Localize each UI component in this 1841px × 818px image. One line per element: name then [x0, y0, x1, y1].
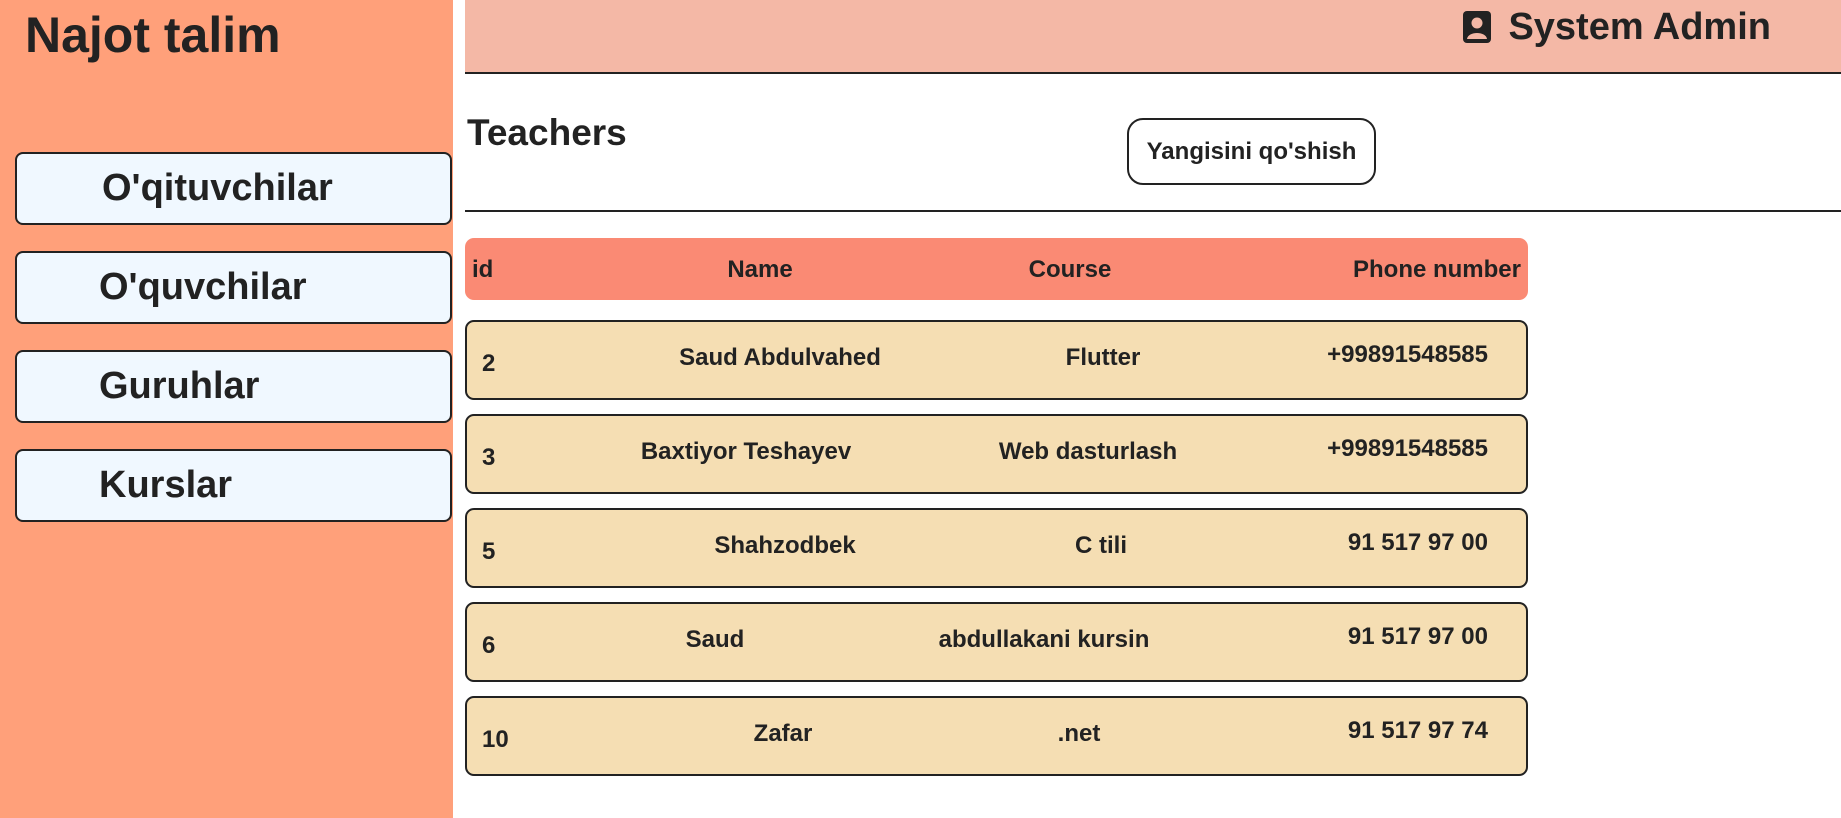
cell-name: Saud Abdulvahed — [679, 344, 881, 371]
sidebar-item-teachers[interactable]: O'qituvchilar — [15, 152, 452, 225]
cell-course: abdullakani kursin — [938, 626, 1150, 653]
user-name: System Admin — [1508, 6, 1771, 48]
sidebar-item-groups[interactable]: Guruhlar — [15, 350, 452, 423]
sidebar-item-courses[interactable]: Kurslar — [15, 449, 452, 522]
cell-course: .net — [1057, 720, 1101, 747]
sidebar-item-students[interactable]: O'quvchilar — [15, 251, 452, 324]
cell-phone: +99891548585 — [1327, 341, 1488, 368]
page-title: Teachers — [467, 112, 627, 153]
table-row[interactable]: 10 Zafar .net 91 517 97 74 — [465, 696, 1528, 776]
cell-course: Flutter — [1065, 344, 1141, 371]
sidebar-item-label: O'qituvchilar — [102, 167, 333, 209]
column-header-name: Name — [727, 256, 793, 283]
column-header-phone: Phone number — [1352, 256, 1521, 283]
cell-phone: +99891548585 — [1327, 435, 1488, 462]
add-teacher-button[interactable]: Yangisini qo'shish — [1127, 118, 1376, 185]
table-row[interactable]: 2 Saud Abdulvahed Flutter +99891548585 — [465, 320, 1528, 400]
cell-name: Zafar — [753, 720, 813, 747]
cell-id: 5 — [482, 538, 496, 565]
divider — [465, 210, 1841, 212]
cell-course: C tili — [1075, 532, 1127, 559]
table-header: id Name Course Phone number — [465, 238, 1528, 300]
sidebar-nav: O'qituvchilar O'quvchilar Guruhlar Kursl… — [15, 152, 452, 548]
user-badge-icon — [1463, 11, 1492, 43]
cell-name: Shahzodbek — [714, 532, 856, 559]
cell-course: Web dasturlash — [998, 438, 1178, 465]
top-bar: System Admin — [465, 0, 1841, 74]
sidebar: Najot talim O'qituvchilar O'quvchilar Gu… — [0, 0, 453, 818]
table-row[interactable]: 3 Baxtiyor Teshayev Web dasturlash +9989… — [465, 414, 1528, 494]
sidebar-item-label: Guruhlar — [99, 365, 260, 407]
cell-phone: 91 517 97 00 — [1347, 529, 1488, 556]
cell-phone: 91 517 97 00 — [1347, 623, 1488, 650]
user-menu[interactable]: System Admin — [1462, 6, 1771, 48]
sidebar-item-label: O'quvchilar — [99, 266, 307, 308]
cell-name: Baxtiyor Teshayev — [640, 438, 852, 465]
table-row[interactable]: 6 Saud abdullakani kursin 91 517 97 00 — [465, 602, 1528, 682]
cell-id: 6 — [482, 632, 496, 659]
brand-title: Najot talim — [25, 7, 281, 63]
cell-name: Saud — [685, 626, 745, 653]
table-row[interactable]: 5 Shahzodbek C tili 91 517 97 00 — [465, 508, 1528, 588]
cell-id: 10 — [482, 726, 509, 753]
column-header-id: id — [472, 256, 494, 283]
cell-id: 2 — [482, 350, 496, 377]
cell-phone: 91 517 97 74 — [1347, 717, 1488, 744]
cell-id: 3 — [482, 444, 496, 471]
sidebar-item-label: Kurslar — [99, 464, 233, 506]
column-header-course: Course — [1028, 256, 1112, 283]
